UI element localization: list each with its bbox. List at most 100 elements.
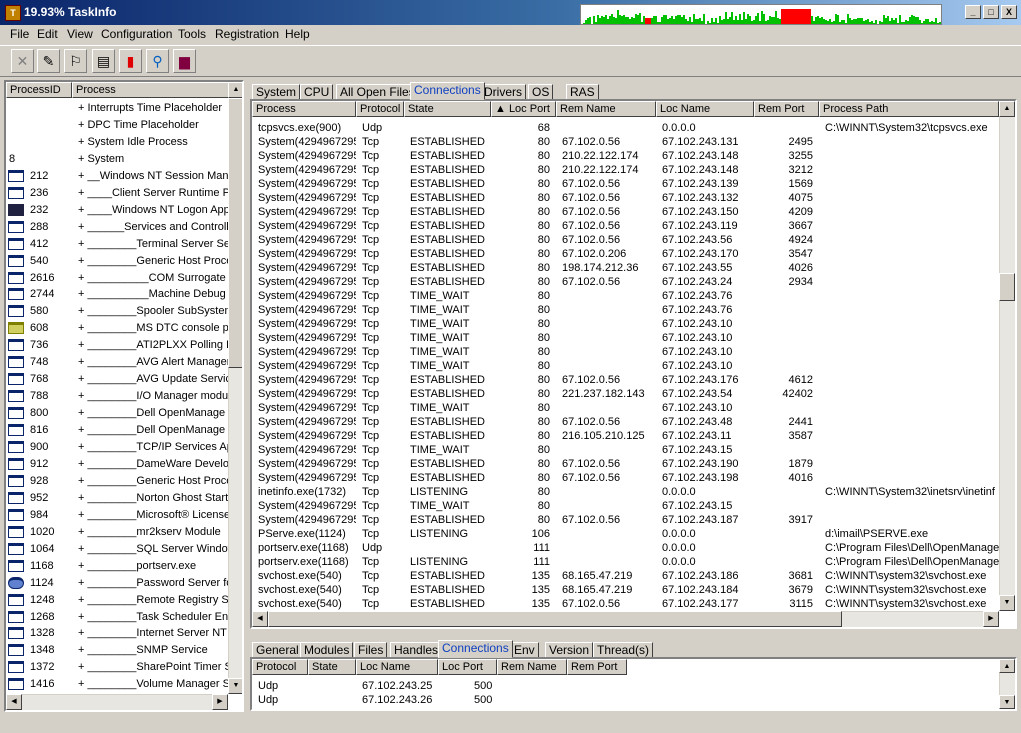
connection-row[interactable]: System(4294967295 Tcp TIME_WAIT 80 67.102.24… xyxy=(252,331,999,345)
process-row[interactable]: 580 + ________Spooler SubSystem xyxy=(6,304,228,318)
menu-view[interactable]: View xyxy=(67,27,93,41)
process-row[interactable]: 900 + ________TCP/IP Services Ap xyxy=(6,440,228,454)
connection-row[interactable]: System(4294967295 Tcp TIME_WAIT 80 67.102.24… xyxy=(252,289,999,303)
connection-row[interactable]: System(4294967295 Tcp ESTABLISHED 80 67.102.… xyxy=(252,191,999,205)
process-row[interactable]: 1124 + ________Password Server for xyxy=(6,576,228,590)
tab-connections[interactable]: Connections xyxy=(410,82,485,100)
connection-row[interactable]: System(4294967295 Tcp ESTABLISHED 80 67.102.… xyxy=(252,177,999,191)
connection-row[interactable]: System(4294967295 Tcp ESTABLISHED 80 67.102.… xyxy=(252,135,999,149)
connection-row[interactable]: System(4294967295 Tcp ESTABLISHED 80 198.174… xyxy=(252,261,999,275)
conn-scroll-up-button[interactable]: ▲ xyxy=(999,101,1015,117)
header-rem-name[interactable]: Rem Name xyxy=(556,101,656,117)
conn-vscroll-thumb[interactable] xyxy=(999,273,1015,301)
process-row[interactable]: 800 + ________Dell OpenManage B xyxy=(6,406,228,420)
process-row[interactable]: 788 + ________I/O Manager module xyxy=(6,389,228,403)
tab-general[interactable]: General xyxy=(252,642,303,658)
connection-row[interactable]: System(4294967295 Tcp ESTABLISHED 80 216.105… xyxy=(252,429,999,443)
bottom-scroll-down-button[interactable]: ▼ xyxy=(999,695,1015,709)
bottom-vscroll-track[interactable] xyxy=(999,673,1015,695)
header-state[interactable]: State xyxy=(404,101,491,117)
connection-row[interactable]: System(4294967295 Tcp ESTABLISHED 80 67.102.… xyxy=(252,415,999,429)
left-scroll-right-button[interactable]: ▶ xyxy=(212,694,228,710)
bottom-header-loc-port[interactable]: Loc Port xyxy=(438,659,497,675)
tab-threads[interactable]: Thread(s) xyxy=(593,642,654,658)
process-row[interactable]: 1168 + ________portserv.exe xyxy=(6,559,228,573)
process-row[interactable]: 1064 + ________SQL Server Window xyxy=(6,542,228,556)
tab-cpu[interactable]: CPU xyxy=(300,84,334,100)
process-row[interactable]: 1372 + ________SharePoint Timer Se xyxy=(6,660,228,674)
connection-row[interactable]: portserv.exe(1168) Udp 111 0.0.0.0 C:\Progra… xyxy=(252,541,999,555)
process-row[interactable]: 984 + ________Microsoft® License xyxy=(6,508,228,522)
bottom-scroll-up-button[interactable]: ▲ xyxy=(999,659,1015,673)
bottom-header-rem-port[interactable]: Rem Port xyxy=(567,659,627,675)
connection-row[interactable]: PServe.exe(1124) Tcp LISTENING 106 0.0.0.0 d:… xyxy=(252,527,999,541)
header-processid[interactable]: ProcessID xyxy=(6,82,72,98)
book-icon[interactable]: ▆ xyxy=(173,49,196,73)
color-bars-icon[interactable]: ▮ xyxy=(119,49,142,73)
run-icon[interactable]: ⚐ xyxy=(64,49,87,73)
connection-row[interactable]: System(4294967295 Tcp TIME_WAIT 80 67.102.24… xyxy=(252,345,999,359)
connection-row[interactable]: svchost.exe(540) Tcp ESTABLISHED 135 67.102.… xyxy=(252,597,999,611)
connection-row[interactable]: System(4294967295 Tcp ESTABLISHED 80 210.22.… xyxy=(252,163,999,177)
conn-scroll-left-button[interactable]: ◀ xyxy=(252,611,268,627)
menu-registration[interactable]: Registration xyxy=(215,27,279,41)
tab-version[interactable]: Version xyxy=(545,642,594,658)
connection-row[interactable]: tcpsvcs.exe(900) Udp 68 0.0.0.0 C:\WINNT\Sys… xyxy=(252,121,999,135)
close-button[interactable]: X xyxy=(1001,5,1017,19)
menu-tools[interactable]: Tools xyxy=(178,27,206,41)
scroll-up-button[interactable]: ▲ xyxy=(228,82,242,98)
process-row[interactable]: 232 + ____Windows NT Logon App xyxy=(6,203,228,217)
left-vscroll-thumb[interactable] xyxy=(228,98,242,368)
connection-row[interactable]: System(4294967295 Tcp TIME_WAIT 80 67.102.24… xyxy=(252,499,999,513)
tab-handles[interactable]: Handles xyxy=(390,642,443,658)
process-row[interactable]: 540 + ________Generic Host Proce xyxy=(6,254,228,268)
process-row[interactable]: + DPC Time Placeholder xyxy=(6,118,228,132)
tab-drivers[interactable]: Drivers xyxy=(480,84,526,100)
process-row[interactable]: 2744 + __________Machine Debug M xyxy=(6,287,228,301)
header-loc-port[interactable]: ▲ Loc Port xyxy=(491,101,556,117)
bottom-header-protocol[interactable]: Protocol xyxy=(252,659,308,675)
menu-configuration[interactable]: Configuration xyxy=(101,27,172,41)
process-row[interactable]: 748 + ________AVG Alert Manager xyxy=(6,355,228,369)
connection-row[interactable]: System(4294967295 Tcp ESTABLISHED 80 67.102.… xyxy=(252,205,999,219)
process-connection-row[interactable]: Udp 67.102.243.26 500 xyxy=(252,693,999,707)
menu-edit[interactable]: Edit xyxy=(37,27,58,41)
bottom-header-rem-name[interactable]: Rem Name xyxy=(497,659,567,675)
process-row[interactable]: 768 + ________AVG Update Servic xyxy=(6,372,228,386)
header-process[interactable]: Process xyxy=(252,101,356,117)
process-row[interactable]: 608 + ________MS DTC console pr xyxy=(6,321,228,335)
header-loc-name[interactable]: Loc Name xyxy=(656,101,754,117)
close-x-icon[interactable]: ✕ xyxy=(11,49,34,73)
connection-row[interactable]: inetinfo.exe(1732) Tcp LISTENING 80 0.0.0.0 C… xyxy=(252,485,999,499)
connection-row[interactable]: System(4294967295 Tcp TIME_WAIT 80 67.102.24… xyxy=(252,303,999,317)
process-row[interactable]: 928 + ________Generic Host Proce xyxy=(6,474,228,488)
maximize-button[interactable]: □ xyxy=(983,5,999,19)
process-row[interactable]: 1248 + ________Remote Registry Se xyxy=(6,593,228,607)
process-row[interactable]: + Interrupts Time Placeholder xyxy=(6,101,228,115)
bottom-header-loc-name[interactable]: Loc Name xyxy=(356,659,438,675)
process-row[interactable]: 1020 + ________mr2kserv Module xyxy=(6,525,228,539)
conn-scroll-down-button[interactable]: ▼ xyxy=(999,595,1015,611)
tab-files[interactable]: Files xyxy=(354,642,388,658)
header-protocol[interactable]: Protocol xyxy=(356,101,404,117)
tab-bottom-connections[interactable]: Connections xyxy=(438,640,513,658)
process-row[interactable]: 1348 + ________SNMP Service xyxy=(6,643,228,657)
app-icon[interactable]: T xyxy=(5,5,21,21)
menu-file[interactable]: File xyxy=(10,27,29,41)
connection-row[interactable]: System(4294967295 Tcp ESTABLISHED 80 67.102.… xyxy=(252,275,999,289)
title-bar[interactable]: T 19.93% TaskInfo _ □ X xyxy=(0,0,1021,25)
connection-row[interactable]: System(4294967295 Tcp ESTABLISHED 80 67.102.… xyxy=(252,457,999,471)
conn-scroll-right-button[interactable]: ▶ xyxy=(983,611,999,627)
connection-row[interactable]: svchost.exe(540) Tcp ESTABLISHED 135 68.165.… xyxy=(252,583,999,597)
process-row[interactable]: + System Idle Process xyxy=(6,135,228,149)
connection-row[interactable]: System(4294967295 Tcp ESTABLISHED 80 67.102.… xyxy=(252,513,999,527)
menu-help[interactable]: Help xyxy=(285,27,310,41)
connection-row[interactable]: System(4294967295 Tcp ESTABLISHED 80 67.102.… xyxy=(252,471,999,485)
connection-row[interactable]: System(4294967295 Tcp ESTABLISHED 80 210.22.… xyxy=(252,149,999,163)
conn-hscroll-thumb[interactable] xyxy=(268,611,842,627)
tab-env[interactable]: Env xyxy=(510,642,539,658)
pin-icon[interactable]: ✎ xyxy=(37,49,60,73)
tab-os[interactable]: OS xyxy=(528,84,554,100)
tab-all-open-files[interactable]: All Open Files xyxy=(336,84,419,100)
header-process[interactable]: Process xyxy=(72,82,230,98)
